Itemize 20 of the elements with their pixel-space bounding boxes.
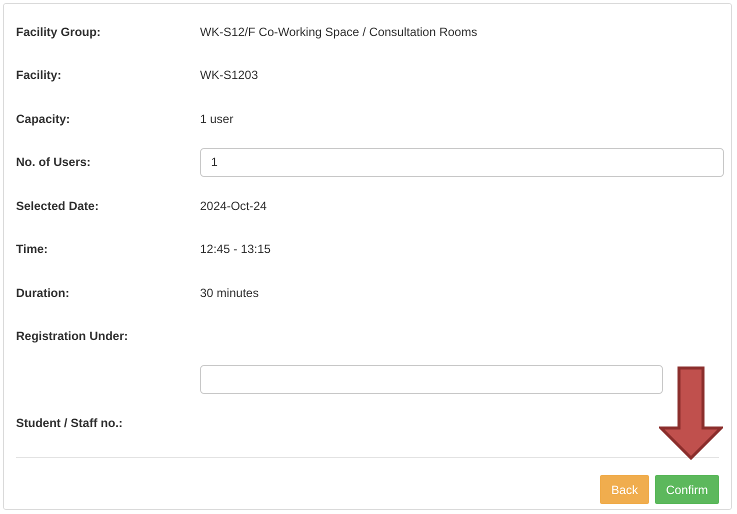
input-field[interactable]: 1 (200, 148, 724, 177)
field-label: Student / Staff no.: (16, 416, 124, 430)
field-label: Registration Under: (16, 329, 130, 344)
field-label: Duration: (16, 286, 70, 300)
field-label: Capacity: (16, 112, 72, 126)
field-label: Facility: (16, 68, 62, 82)
down-arrow-icon (659, 366, 723, 462)
field-label: Selected Date: (16, 198, 100, 213)
field-value: 2024-Oct-24 (200, 198, 268, 213)
input-field[interactable] (200, 365, 663, 394)
field-label: No. of Users: (16, 155, 92, 170)
field-value: WK-S1203 (200, 68, 260, 82)
field-label: Time: (16, 242, 49, 256)
field-value: 12:45 - 13:15 (200, 242, 272, 256)
field-label: Facility Group: (16, 24, 102, 39)
field-value: 1 user (200, 112, 234, 126)
field-value: 30 minutes (200, 286, 260, 300)
field-value: WK-S12/F Co-Working Space / Consultation Rooms (200, 24, 478, 39)
back-button[interactable]: Back (600, 475, 649, 504)
confirm-button[interactable]: Confirm (654, 475, 719, 504)
